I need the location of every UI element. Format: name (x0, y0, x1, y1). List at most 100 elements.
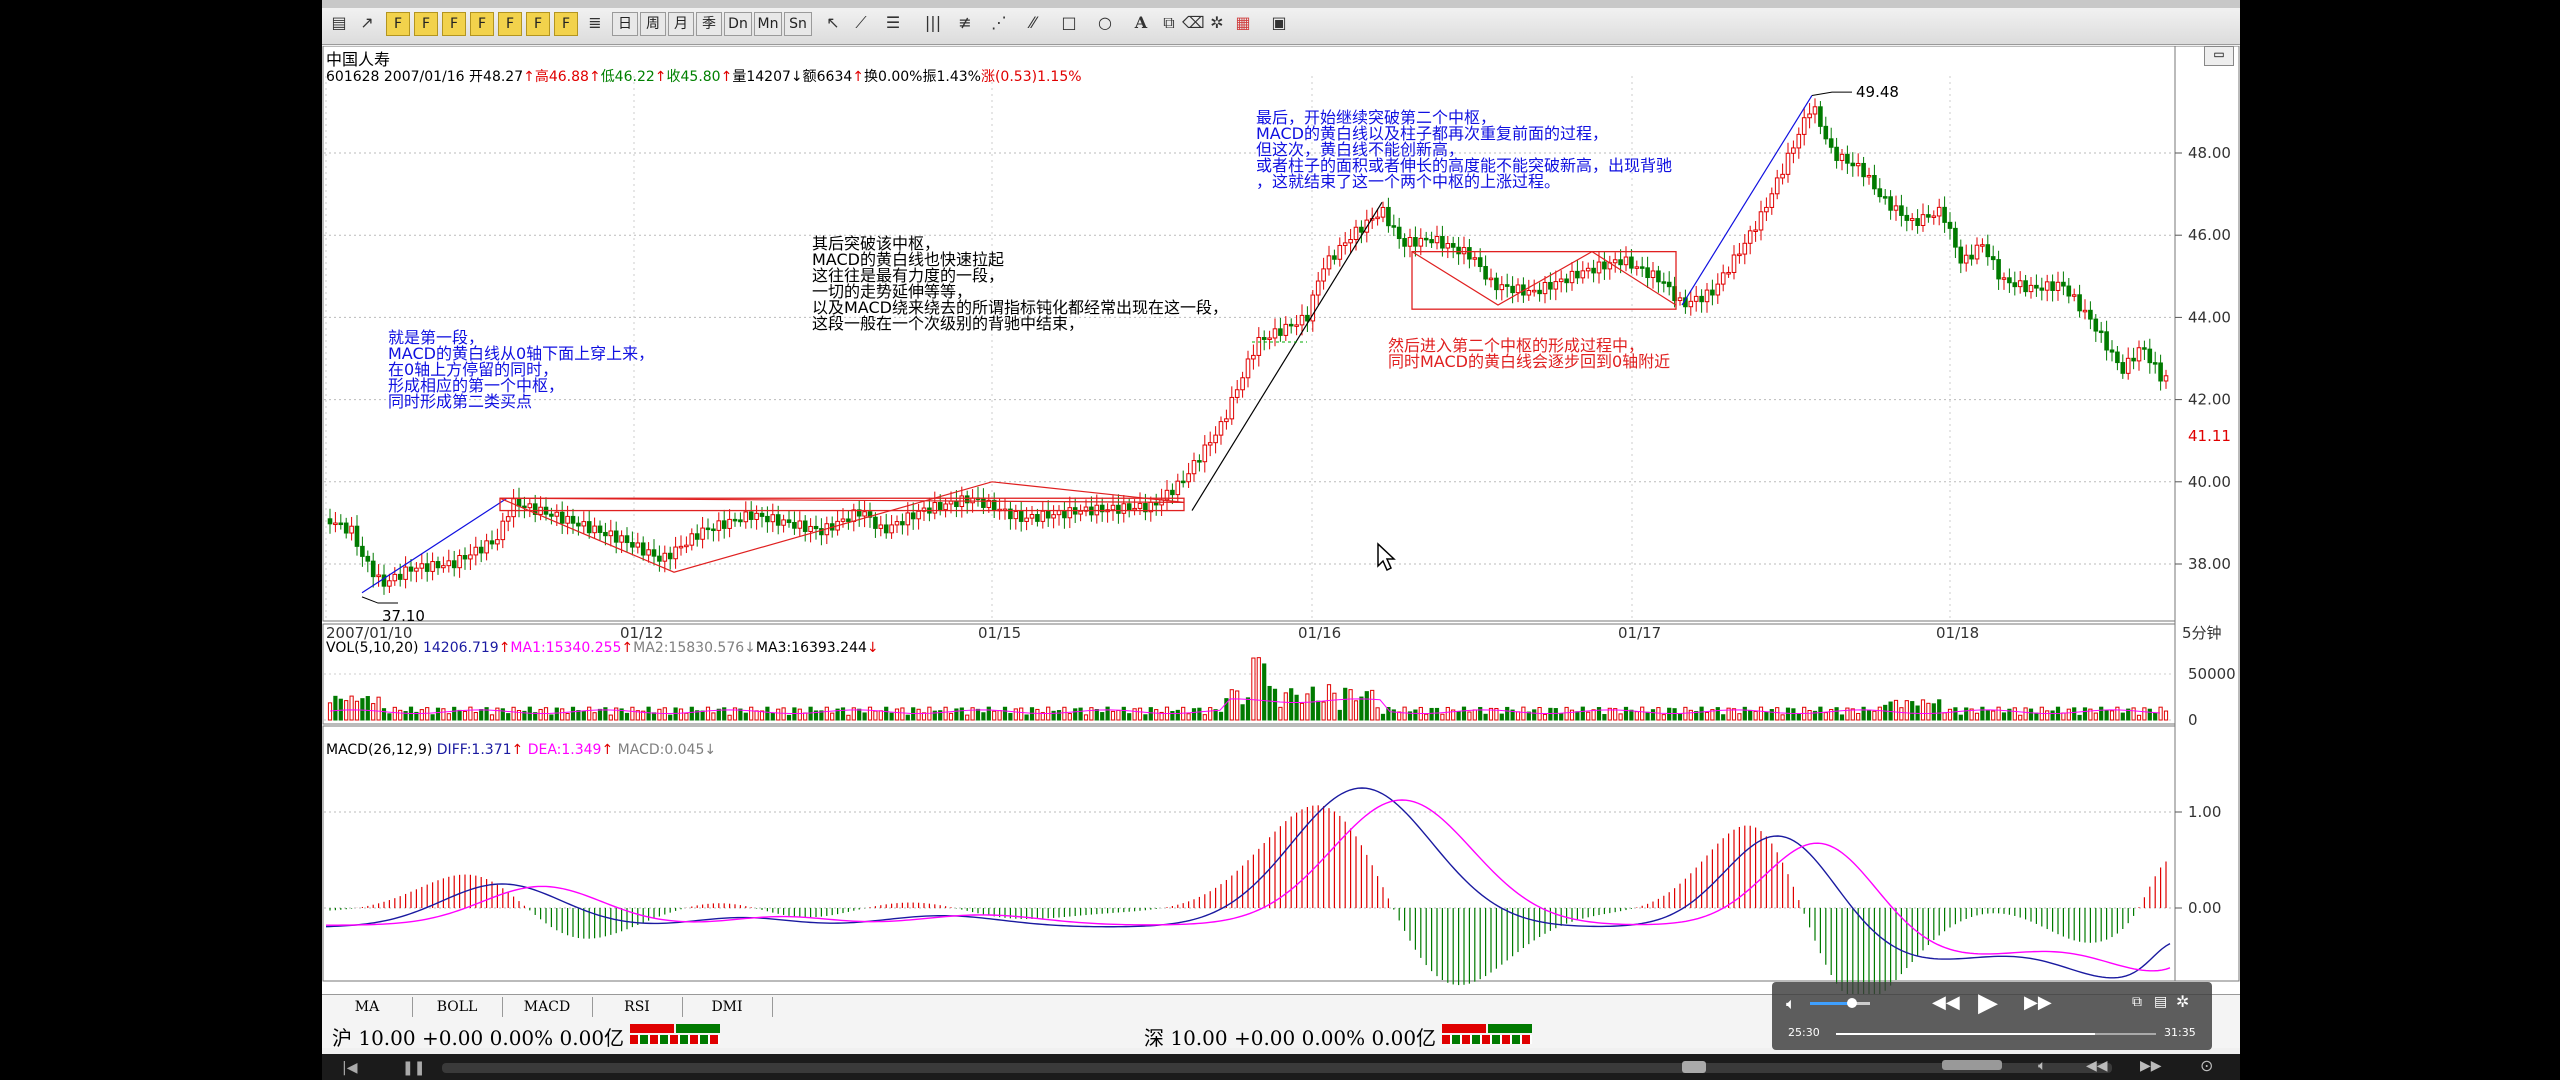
volume-tick-label: 50000 (2188, 665, 2236, 683)
save-icon[interactable]: ▣ (1268, 13, 1290, 33)
candle-body (1321, 268, 1326, 282)
period-button-season[interactable]: 季 (696, 12, 722, 36)
f-button-2[interactable]: F (414, 12, 438, 36)
volume-bar (992, 710, 997, 721)
volume-bar (1947, 708, 1953, 721)
list-icon[interactable]: ≣ (584, 13, 606, 33)
candle-body (505, 516, 511, 522)
f-button-6[interactable]: F (526, 12, 550, 36)
candle-body (2152, 362, 2158, 365)
tab-dmi[interactable]: DMI (682, 997, 773, 1017)
text-tool-icon[interactable]: A (1130, 13, 1152, 33)
volume-bar (867, 706, 873, 721)
volume-icon[interactable]: 🔈︎ (1786, 994, 1796, 1014)
period-button-dn[interactable]: Dn (724, 12, 752, 36)
bars-tool-icon[interactable]: ||| (922, 13, 944, 33)
header-info-segment: ↑ (523, 69, 535, 85)
volume-bar (1013, 708, 1018, 721)
candle-body (451, 560, 457, 569)
candle-body (1855, 162, 1861, 167)
play-icon[interactable]: ▶ (1978, 988, 1998, 1018)
candle-body (1261, 337, 1267, 340)
price-tick-label: 38.00 (2188, 555, 2231, 573)
rewind-small-icon[interactable]: ◀◀ (2086, 1058, 2108, 1074)
fan-tool-icon[interactable]: ≢ (954, 13, 976, 33)
cursor-icon[interactable]: ↖ (822, 13, 844, 33)
tab-ma[interactable]: MA (322, 997, 413, 1017)
eraser-icon[interactable]: ⌫ (1182, 13, 1205, 33)
f-button-3[interactable]: F (442, 12, 466, 36)
volume-bar (943, 706, 948, 721)
playlist-icon[interactable]: ▤ (2154, 994, 2167, 1010)
color-icon[interactable]: ▦ (1232, 13, 1254, 33)
candle-body (1656, 270, 1661, 283)
volume-bar (1353, 700, 1359, 721)
volume-bar (1591, 709, 1596, 721)
period-button-week[interactable]: 周 (640, 12, 666, 36)
player-settings-icon[interactable]: ✲ (2176, 992, 2189, 1011)
candle-body (2077, 294, 2082, 312)
period-button-sn[interactable]: Sn (784, 12, 812, 36)
f-button-5[interactable]: F (498, 12, 522, 36)
tab-rsi[interactable]: RSI (592, 997, 683, 1017)
pause-icon[interactable]: ❚❚ (402, 1060, 425, 1076)
f-button-7[interactable]: F (554, 12, 578, 36)
volume-bar (1542, 713, 1548, 721)
timeline-thumb[interactable] (1682, 1061, 1706, 1073)
open-icon[interactable]: ▤ (328, 13, 350, 33)
f-button-4[interactable]: F (470, 12, 494, 36)
volume-bar (1440, 713, 1445, 721)
candle-body (387, 580, 392, 587)
period-button-month[interactable]: 月 (668, 12, 694, 36)
line-tool-icon[interactable]: ⟋ (850, 13, 872, 33)
candle-body (1926, 214, 1931, 218)
fast-forward-icon[interactable]: ▶▶ (2024, 992, 2052, 1013)
candle-body (619, 535, 624, 543)
timeline-track[interactable] (442, 1063, 2112, 1073)
ellipse-tool-icon[interactable]: ○ (1094, 13, 1116, 33)
volume-bar (684, 712, 689, 721)
candle-body (1288, 323, 1294, 327)
channel-tool-icon[interactable]: ☰ (882, 13, 904, 33)
volume-bar (1359, 696, 1364, 721)
chart-icon[interactable]: ↗ (356, 13, 378, 33)
period-button-day[interactable]: 日 (612, 12, 638, 36)
candle-body (338, 522, 344, 526)
tab-macd[interactable]: MACD (502, 997, 593, 1017)
volume-bar (754, 710, 759, 721)
volume-bar (824, 706, 829, 721)
loop-icon[interactable]: ⊙ (2200, 1056, 2213, 1075)
header-info-segment: ↑ (720, 69, 733, 85)
volume-knob[interactable] (1847, 998, 1857, 1008)
date-tick-label: 01/17 (1618, 624, 1661, 642)
volume-bar (1445, 706, 1450, 721)
volume-bar (479, 709, 484, 721)
tab-boll[interactable]: BOLL (412, 997, 503, 1017)
period-button-mn[interactable]: Mn (754, 12, 782, 36)
panel-toggle-icon[interactable]: ▭ (2204, 46, 2234, 66)
speed-thumb[interactable] (1942, 1060, 2002, 1070)
candle-body (527, 503, 533, 509)
volume-bar (1753, 710, 1758, 721)
volume-bar (457, 709, 462, 721)
rewind-icon[interactable]: ◀◀ (1932, 992, 1960, 1013)
candle-body (1888, 196, 1893, 211)
window-mode-icon[interactable]: ⧉ (2132, 994, 2142, 1010)
speaker-icon[interactable]: 🔈︎ (2038, 1058, 2046, 1074)
rectangle-tool-icon[interactable]: □ (1058, 13, 1080, 33)
gann-tool-icon[interactable]: ⋰ (988, 13, 1010, 33)
candle-body (1461, 247, 1467, 255)
candle-body (1710, 289, 1715, 296)
f-button-1[interactable]: F (386, 12, 410, 36)
volume-track[interactable] (1810, 998, 1870, 1008)
volume-bar (1332, 692, 1337, 721)
volume-bar (1397, 711, 1402, 721)
forward-small-icon[interactable]: ▶▶ (2140, 1058, 2162, 1074)
progress-track[interactable] (1836, 1033, 2156, 1035)
cycle-tool-icon[interactable]: ⁄⁄ (1022, 13, 1044, 33)
settings-icon[interactable]: ✲ (1206, 13, 1228, 33)
skip-back-icon[interactable]: |◀ (342, 1060, 357, 1076)
copy-icon[interactable]: ⧉ (1158, 13, 1180, 33)
date-tick-label: 01/15 (978, 624, 1021, 642)
volume-bar (1645, 711, 1650, 721)
